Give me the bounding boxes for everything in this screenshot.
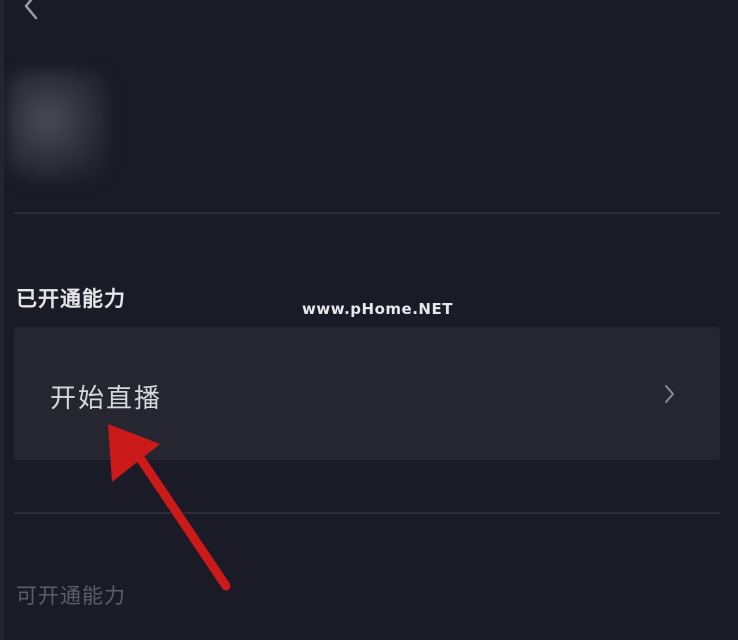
start-live-row[interactable]: 开始直播	[14, 327, 720, 460]
section-title-available: 可开通能力	[16, 584, 126, 608]
left-edge	[0, 0, 4, 640]
divider	[14, 212, 720, 214]
chevron-left-icon	[24, 0, 38, 20]
watermark: www.pHome.NET	[302, 300, 453, 318]
screen: 已开通能力 www.pHome.NET 开始直播 可开通能力	[0, 0, 738, 640]
avatar	[8, 70, 108, 180]
chevron-right-icon	[665, 385, 674, 403]
red-arrow-annotation	[108, 424, 231, 591]
divider	[14, 512, 720, 514]
start-live-label: 开始直播	[50, 384, 163, 414]
back-button[interactable]	[10, 0, 50, 24]
section-title-enabled: 已开通能力	[16, 287, 126, 311]
